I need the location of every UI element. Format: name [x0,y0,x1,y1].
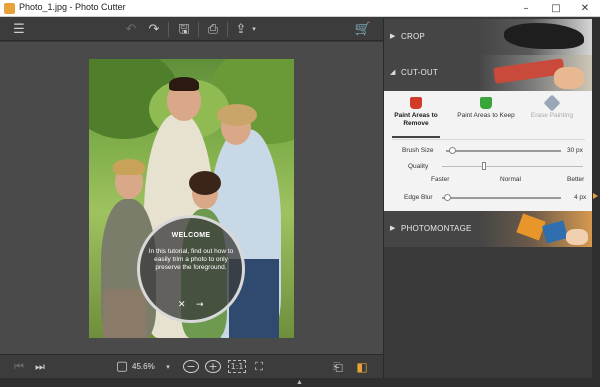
zoom-out-icon[interactable]: − [183,360,199,373]
expand-up-icon[interactable]: ▲ [296,378,303,387]
quality-option-normal[interactable]: Normal [500,176,521,183]
panel-collapse-arrow-icon[interactable] [593,193,598,199]
image-canvas[interactable]: WELCOME In this tutorial, find out how t… [0,42,383,354]
eraser-icon [543,94,561,112]
expanded-chevron-icon: ◢ [390,68,396,76]
puzzle-piece-graphic [542,220,568,244]
edge-blur-label: Edge Blur [404,194,433,201]
tool-paint-remove[interactable]: Paint Areas to Remove [384,97,448,128]
minimize-button[interactable]: – [511,0,541,17]
menu-icon[interactable]: ☰ [10,21,28,38]
brush-size-slider[interactable] [446,150,561,152]
export-icon[interactable]: ⎗ [330,359,346,375]
green-brush-icon [480,97,492,109]
hair [113,159,145,175]
quality-option-better[interactable]: Better [567,176,584,183]
section-crop-label: CROP [401,32,425,41]
welcome-title: WELCOME [171,232,211,239]
quality-label: Quality [408,163,429,170]
cutout-settings: Paint Areas to Remove Paint Areas to Kee… [384,91,593,211]
welcome-tutorial-overlay[interactable]: WELCOME In this tutorial, find out how t… [137,215,245,323]
section-photomontage[interactable]: ▶ PHOTOMONTAGE [384,211,593,247]
toolbar-divider [198,22,199,37]
zoom-dropdown-icon[interactable]: ▾ [163,359,173,375]
welcome-next-icon[interactable]: → [196,300,204,310]
actual-size-icon[interactable]: 1:1 [228,360,246,373]
status-bar: ▲ [0,378,600,387]
hair [217,104,257,126]
active-tool-indicator [392,136,440,138]
brush-size-label: Brush Size [402,147,434,154]
red-brush-icon [410,97,422,109]
section-cutout[interactable]: ◢ CUT-OUT [384,55,593,91]
save-icon[interactable]: 🖫 [175,21,193,38]
shorts [103,289,147,338]
cart-icon[interactable]: 🛒 [354,21,372,38]
edge-blur-knob[interactable] [444,194,452,201]
tool-paint-remove-label: Paint Areas to Remove [394,112,438,127]
redo-icon[interactable]: ↷ [145,21,163,38]
toolbar-divider [168,22,169,37]
bottom-toolbar: ⏮ ⏭ ▢ 45.6% ▾ − + 1:1 ⛶ ⎗ ◧ [0,354,383,378]
tools-panel: ▶ CROP ◢ CUT-OUT Paint Areas to Remove P… [383,18,593,378]
brush-size-value: 30 px [567,147,583,154]
share-icon[interactable]: ⇪ [233,21,249,38]
hand-graphic [566,229,588,245]
edge-blur-value: 4 px [574,194,587,201]
panel-empty-area [384,247,593,378]
hair [189,171,221,195]
first-image-icon[interactable]: ⏮ [12,359,26,375]
maximize-button[interactable]: □ [541,0,571,17]
quality-knob[interactable] [482,162,487,170]
divider [392,139,585,140]
zoom-level[interactable]: 45.6% [132,362,155,371]
compare-icon[interactable]: ◧ [354,359,370,375]
window-title: Photo_1.jpg - Photo Cutter [19,2,126,12]
hand-graphic [554,67,584,89]
fit-screen-icon[interactable]: ⛶ [251,359,267,375]
quality-slider[interactable] [442,166,583,167]
share-dropdown-icon[interactable]: ▾ [250,21,258,38]
fit-view-icon[interactable]: ▢ [115,359,129,375]
title-bar: Photo_1.jpg - Photo Cutter – □ ✕ [0,0,600,17]
edge-blur-slider[interactable] [442,197,561,199]
section-cutout-label: CUT-OUT [401,68,438,77]
welcome-body: In this tutorial, find out how to easily… [148,248,234,271]
section-crop[interactable]: ▶ CROP [384,19,593,55]
tool-paint-keep-label: Paint Areas to Keep [457,112,515,119]
hands-heart-graphic [504,23,584,49]
close-button[interactable]: ✕ [570,0,600,17]
tool-erase-painting[interactable]: Erase Painting [520,94,584,120]
welcome-close-icon[interactable]: ✕ [178,300,186,310]
brush-size-knob[interactable] [449,147,457,154]
print-icon[interactable]: ⎙ [204,21,222,38]
hair [169,77,199,91]
tool-erase-label: Erase Painting [530,112,574,119]
collapsed-chevron-icon: ▶ [390,224,396,232]
tool-paint-keep[interactable]: Paint Areas to Keep [454,97,518,120]
app-icon [4,3,15,14]
zoom-in-icon[interactable]: + [205,360,221,373]
toolbar-divider [227,22,228,37]
undo-icon[interactable]: ↶ [122,21,140,38]
collapsed-chevron-icon: ▶ [390,32,396,40]
last-image-icon[interactable]: ⏭ [33,359,47,375]
quality-option-faster[interactable]: Faster [431,176,449,183]
section-photomontage-label: PHOTOMONTAGE [401,224,472,233]
